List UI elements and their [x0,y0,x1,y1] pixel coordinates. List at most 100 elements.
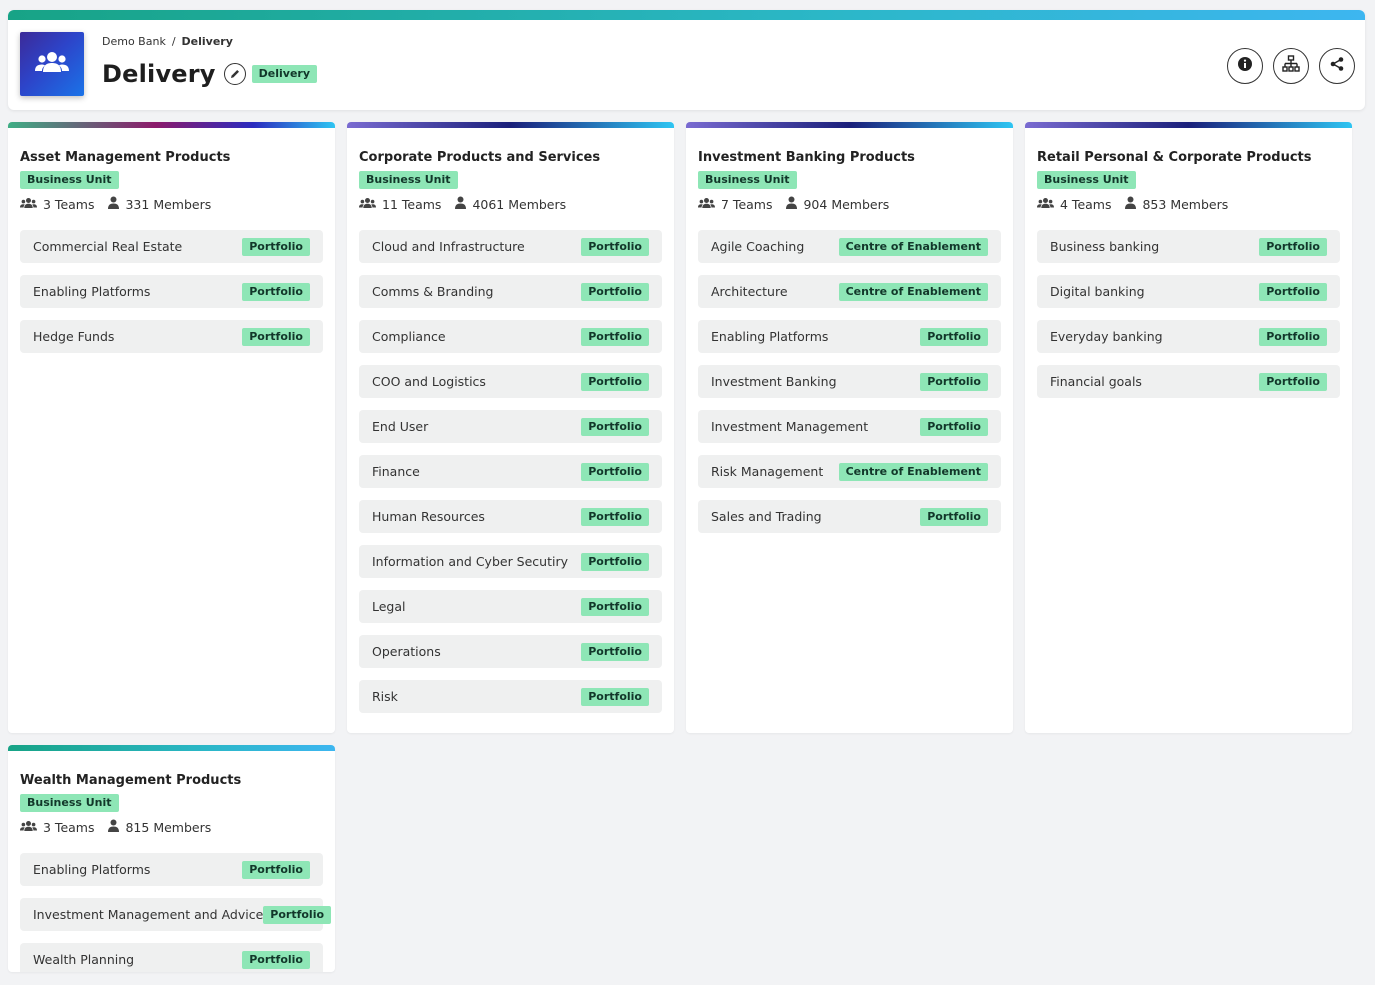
portfolio-item[interactable]: Operations Portfolio [359,635,662,668]
pencil-icon [229,65,241,84]
share-icon [1329,56,1345,76]
portfolio-item[interactable]: Risk Portfolio [359,680,662,713]
members-count: 331 Members [125,196,212,212]
portfolio-item[interactable]: Investment Banking Portfolio [698,365,1001,398]
portfolio-item[interactable]: Financial goals Portfolio [1037,365,1340,398]
portfolio-item-label: Comms & Branding [372,284,494,299]
portfolio-type-badge: Portfolio [263,905,332,924]
portfolio-item-label: Sales and Trading [711,509,822,524]
portfolio-item-label: Everyday banking [1050,329,1163,344]
business-unit-badge: Business Unit [20,171,119,189]
portfolio-type-badge: Portfolio [242,282,310,301]
portfolio-item[interactable]: Commercial Real Estate Portfolio [20,230,323,263]
portfolio-item[interactable]: Human Resources Portfolio [359,500,662,533]
portfolio-item-label: Legal [372,599,406,614]
portfolio-item[interactable]: Enabling Platforms Portfolio [20,853,323,886]
card-title[interactable]: Corporate Products and Services [359,150,600,165]
portfolio-type-badge: Portfolio [1259,282,1327,301]
card-title[interactable]: Investment Banking Products [698,150,915,165]
edit-button[interactable] [223,63,246,85]
teams-count: 3 Teams [43,819,95,835]
portfolio-item[interactable]: Wealth Planning Portfolio [20,943,323,972]
portfolio-item[interactable]: Business banking Portfolio [1037,230,1340,263]
card-stats: 3 Teams 815 Members [20,819,323,835]
info-button[interactable] [1227,48,1263,84]
portfolio-item-label: Finance [372,464,420,479]
portfolio-type-badge: Portfolio [581,462,649,481]
portfolio-item-label: Digital banking [1050,284,1145,299]
portfolio-item[interactable]: Risk Management Centre of Enablement [698,455,1001,488]
title-badge: Delivery [251,65,318,83]
portfolio-type-badge: Portfolio [242,950,310,969]
card-title[interactable]: Asset Management Products [20,150,230,165]
business-unit-badge: Business Unit [1037,171,1136,189]
portfolio-item-label: Investment Management [711,419,869,434]
teams-count: 11 Teams [382,196,442,212]
portfolio-type-badge: Portfolio [581,372,649,391]
hierarchy-button[interactable] [1273,48,1309,84]
portfolio-item[interactable]: Architecture Centre of Enablement [698,275,1001,308]
card-title[interactable]: Retail Personal & Corporate Products [1037,150,1312,165]
card-stats: 11 Teams 4061 Members [359,196,662,212]
portfolio-item[interactable]: Investment Management and Advice Portfol… [20,898,332,931]
members-icon [1125,196,1137,212]
members-icon [786,196,798,212]
portfolio-item[interactable]: Cloud and Infrastructure Portfolio [359,230,662,263]
portfolio-type-badge: Portfolio [242,237,310,256]
share-button[interactable] [1319,48,1355,84]
portfolio-type-badge: Portfolio [1259,237,1327,256]
portfolio-item-label: Financial goals [1050,374,1142,389]
card-stats: 4 Teams 853 Members [1037,196,1340,212]
portfolio-type-badge: Portfolio [581,237,649,256]
portfolio-item-label: Compliance [372,329,446,344]
portfolio-item-label: Information and Cyber Secutiry [372,554,569,569]
breadcrumb-item-root[interactable]: Demo Bank [102,35,166,48]
business-unit-card: Retail Personal & Corporate Products Bus… [1025,122,1352,733]
portfolio-item[interactable]: Hedge Funds Portfolio [20,320,323,353]
portfolio-item-label: End User [372,419,429,434]
portfolio-item-label: Cloud and Infrastructure [372,239,525,254]
members-count: 853 Members [1142,196,1229,212]
portfolio-type-badge: Portfolio [581,417,649,436]
portfolio-item[interactable]: Enabling Platforms Portfolio [20,275,323,308]
portfolio-list: Business banking Portfolio Digital banki… [1037,230,1340,398]
portfolio-item-label: Hedge Funds [33,329,115,344]
card-stats: 7 Teams 904 Members [698,196,1001,212]
portfolio-type-badge: Portfolio [920,372,988,391]
portfolio-item[interactable]: COO and Logistics Portfolio [359,365,662,398]
business-unit-badge: Business Unit [359,171,458,189]
portfolio-type-badge: Portfolio [242,327,310,346]
portfolio-item[interactable]: Compliance Portfolio [359,320,662,353]
portfolio-type-badge: Portfolio [1259,327,1327,346]
members-count: 815 Members [125,819,212,835]
card-stats: 3 Teams 331 Members [20,196,323,212]
breadcrumb-separator: / [171,35,176,48]
portfolio-list: Cloud and Infrastructure Portfolio Comms… [359,230,662,713]
members-count: 4061 Members [472,196,567,212]
portfolio-item[interactable]: Information and Cyber Secutiry Portfolio [359,545,662,578]
teams-icon [359,197,376,212]
portfolio-item[interactable]: End User Portfolio [359,410,662,443]
breadcrumb-item-current: Delivery [181,35,233,48]
members-count: 904 Members [803,196,890,212]
portfolio-item[interactable]: Enabling Platforms Portfolio [698,320,1001,353]
teams-icon [1037,197,1054,212]
business-unit-badge: Business Unit [20,794,119,812]
portfolio-item[interactable]: Investment Management Portfolio [698,410,1001,443]
portfolio-item[interactable]: Agile Coaching Centre of Enablement [698,230,1001,263]
portfolio-item-label: Human Resources [372,509,485,524]
portfolio-list: Agile Coaching Centre of Enablement Arch… [698,230,1001,533]
portfolio-type-badge: Portfolio [581,642,649,661]
portfolio-list: Commercial Real Estate Portfolio Enablin… [20,230,323,353]
portfolio-item-label: Enabling Platforms [33,862,151,877]
portfolio-item[interactable]: Finance Portfolio [359,455,662,488]
portfolio-item[interactable]: Digital banking Portfolio [1037,275,1340,308]
card-title[interactable]: Wealth Management Products [20,773,241,788]
portfolio-item[interactable]: Sales and Trading Portfolio [698,500,1001,533]
portfolio-list: Enabling Platforms Portfolio Investment … [20,853,332,972]
portfolio-item[interactable]: Everyday banking Portfolio [1037,320,1340,353]
teams-icon [20,820,37,835]
business-unit-badge: Business Unit [698,171,797,189]
portfolio-item[interactable]: Legal Portfolio [359,590,662,623]
portfolio-item[interactable]: Comms & Branding Portfolio [359,275,662,308]
